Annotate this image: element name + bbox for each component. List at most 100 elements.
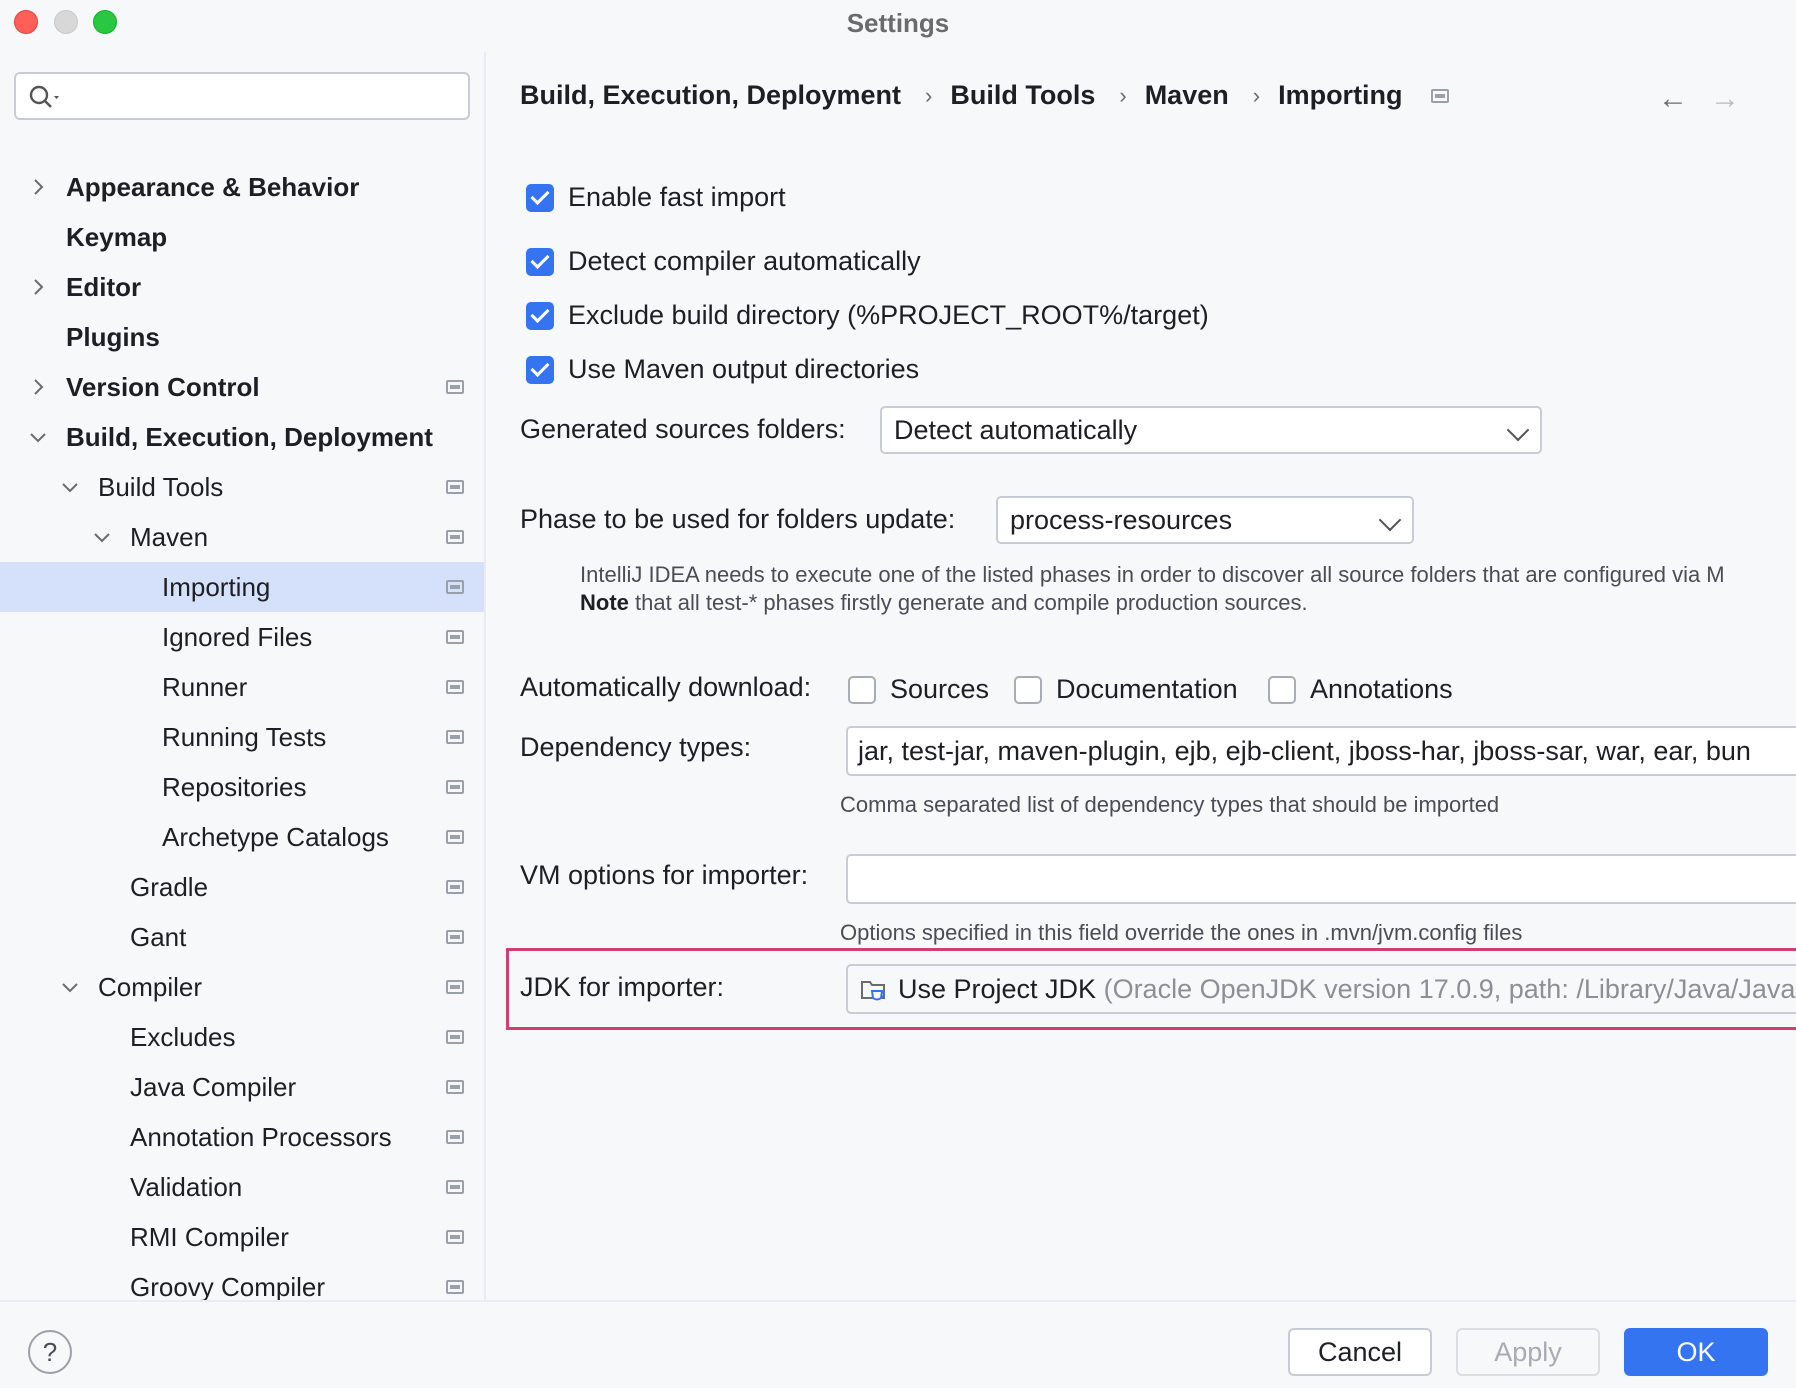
sidebar-item[interactable]: Validation <box>0 1162 484 1212</box>
sidebar-item-label: Plugins <box>66 321 160 352</box>
breadcrumb-item: Importing <box>1278 80 1403 110</box>
project-settings-icon <box>446 1130 464 1144</box>
exclude-build-directory-checkbox[interactable]: Exclude build directory (%PROJECT_ROOT%/… <box>526 300 1209 331</box>
sidebar-item[interactable]: Ignored Files <box>0 612 484 662</box>
chevron-down-icon <box>1378 508 1402 532</box>
sidebar-item-label: Gant <box>130 921 187 952</box>
phase-label: Phase to be used for folders update: <box>520 504 956 534</box>
breadcrumb-item[interactable]: Build, Execution, Deployment <box>520 80 901 111</box>
checkbox-checked-icon[interactable] <box>526 355 554 384</box>
sidebar-item[interactable]: Java Compiler <box>0 1062 484 1112</box>
generated-sources-label: Generated sources folders: <box>520 414 846 444</box>
sidebar-item[interactable]: Maven <box>0 512 484 562</box>
jdk-detail: (Oracle OpenJDK version 17.0.9, path: /L… <box>1103 974 1796 1004</box>
breadcrumb-separator: › <box>1119 82 1127 108</box>
project-settings-icon <box>446 780 464 794</box>
chevron-right-icon[interactable] <box>28 377 48 397</box>
sidebar-item-label: Importing <box>162 571 271 602</box>
ok-button[interactable]: OK <box>1624 1328 1768 1376</box>
chevron-right-icon[interactable] <box>28 177 48 197</box>
checkbox-unchecked-icon[interactable] <box>1014 675 1042 704</box>
sidebar-item[interactable]: Build Tools <box>0 462 484 512</box>
sidebar-item-label: Build, Execution, Deployment <box>66 421 433 452</box>
use-maven-output-checkbox[interactable]: Use Maven output directories <box>526 354 919 385</box>
chevron-down-icon[interactable] <box>28 427 48 447</box>
project-settings-icon <box>1430 88 1449 103</box>
sidebar-item[interactable]: Version Control <box>0 362 484 412</box>
breadcrumb-item[interactable]: Maven <box>1145 80 1229 111</box>
dependency-types-input[interactable]: jar, test-jar, maven-plugin, ejb, ejb-cl… <box>846 726 1796 776</box>
sidebar-item[interactable]: Repositories <box>0 762 484 812</box>
checkbox-unchecked-icon[interactable] <box>848 675 876 704</box>
forward-arrow-icon[interactable]: → <box>1710 82 1740 116</box>
select-value: process-resources <box>1010 505 1233 535</box>
sidebar-item[interactable]: Runner <box>0 662 484 712</box>
sidebar-item[interactable]: Archetype Catalogs <box>0 812 484 862</box>
settings-content: Build, Execution, Deployment › Build Too… <box>488 52 1796 1300</box>
chevron-down-icon[interactable] <box>60 477 80 497</box>
checkbox-checked-icon[interactable] <box>526 301 554 330</box>
project-settings-icon <box>446 930 464 944</box>
sidebar-item-label: Java Compiler <box>130 1071 297 1102</box>
sidebar-item[interactable]: Importing <box>0 562 484 612</box>
back-arrow-icon[interactable]: ← <box>1658 82 1688 116</box>
settings-search-input[interactable] <box>14 72 470 120</box>
breadcrumb-separator: › <box>1252 82 1261 108</box>
download-documentation-checkbox[interactable]: Documentation <box>1014 674 1238 705</box>
phase-hint: IntelliJ IDEA needs to execute one of th… <box>580 562 1725 587</box>
breadcrumb-item[interactable]: Build Tools <box>950 80 1095 111</box>
checkbox-label: Sources <box>890 674 990 704</box>
checkbox-label: Detect compiler automatically <box>568 246 921 276</box>
sidebar-item[interactable]: Groovy Compiler <box>0 1262 484 1300</box>
vm-options-label: VM options for importer: <box>520 860 809 890</box>
breadcrumb-separator: › <box>925 82 933 108</box>
sidebar-item[interactable]: Running Tests <box>0 712 484 762</box>
sidebar-item[interactable]: RMI Compiler <box>0 1212 484 1262</box>
sidebar-item-label: Editor <box>66 271 142 302</box>
cancel-button[interactable]: Cancel <box>1288 1328 1432 1376</box>
sidebar-item-label: Running Tests <box>162 721 327 752</box>
generated-sources-select[interactable]: Detect automatically <box>880 406 1542 454</box>
jdk-select[interactable]: Use Project JDK (Oracle OpenJDK version … <box>846 964 1796 1014</box>
sidebar-item[interactable]: Compiler <box>0 962 484 1012</box>
sidebar-item-label: Archetype Catalogs <box>162 821 389 852</box>
sidebar-item[interactable]: Appearance & Behavior <box>0 162 484 212</box>
phase-note: Note that all test-* phases firstly gene… <box>580 590 1308 616</box>
apply-button[interactable]: Apply <box>1456 1328 1600 1376</box>
download-sources-checkbox[interactable]: Sources <box>848 674 989 705</box>
search-icon <box>29 85 59 108</box>
sidebar-item[interactable]: Gradle <box>0 862 484 912</box>
sidebar-item-label: Excludes <box>130 1021 236 1052</box>
project-settings-icon <box>446 680 464 694</box>
vm-options-input[interactable] <box>846 854 1796 904</box>
sidebar-item[interactable]: Build, Execution, Deployment <box>0 412 484 462</box>
sidebar-item[interactable]: Keymap <box>0 212 484 262</box>
chevron-down-icon[interactable] <box>92 527 112 547</box>
sidebar-item[interactable]: Annotation Processors <box>0 1112 484 1162</box>
checkbox-checked-icon[interactable] <box>526 247 554 276</box>
jdk-label: JDK for importer: <box>520 972 725 1002</box>
help-icon[interactable]: ? <box>28 1330 72 1374</box>
project-settings-icon <box>446 880 464 894</box>
jdk-folder-icon <box>861 981 886 1001</box>
title-bar: Settings <box>0 0 1796 42</box>
project-settings-icon <box>446 530 464 544</box>
sidebar-item-label: Validation <box>130 1171 243 1202</box>
chevron-right-icon[interactable] <box>28 277 48 297</box>
breadcrumb: Build, Execution, Deployment › Build Too… <box>520 80 1449 111</box>
sidebar-item[interactable]: Excludes <box>0 1012 484 1062</box>
enable-fast-import-checkbox[interactable]: Enable fast import <box>526 182 786 213</box>
sidebar-item[interactable]: Plugins <box>0 312 484 362</box>
checkbox-checked-icon[interactable] <box>526 183 554 212</box>
download-annotations-checkbox[interactable]: Annotations <box>1268 674 1453 705</box>
sidebar-item[interactable]: Editor <box>0 262 484 312</box>
chevron-down-icon[interactable] <box>60 977 80 997</box>
checkbox-label: Use Maven output directories <box>568 354 920 384</box>
project-settings-icon <box>446 380 464 394</box>
dependency-types-hint: Comma separated list of dependency types… <box>840 792 1500 817</box>
phase-select[interactable]: process-resources <box>996 496 1414 544</box>
vm-options-hint: Options specified in this field override… <box>840 920 1523 945</box>
sidebar-item[interactable]: Gant <box>0 912 484 962</box>
detect-compiler-checkbox[interactable]: Detect compiler automatically <box>526 246 921 277</box>
checkbox-unchecked-icon[interactable] <box>1268 675 1296 704</box>
